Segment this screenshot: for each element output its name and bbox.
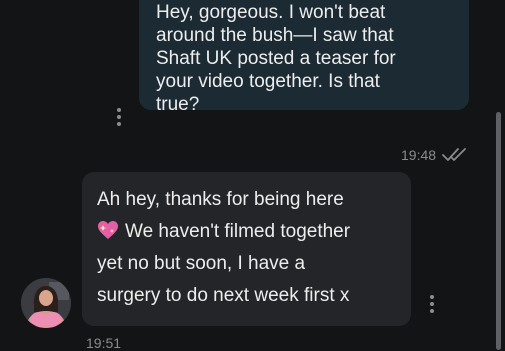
incoming-message-line: Ah hey, thanks for being here [97, 189, 344, 210]
outgoing-message-bubble[interactable]: Hey, gorgeous. I won't beat around the b… [139, 0, 469, 115]
incoming-message-time: 19:51 [86, 335, 122, 351]
outgoing-message-line: your video together. Is that [156, 71, 380, 92]
outgoing-message-line: Hey, gorgeous. I won't beat [156, 2, 386, 23]
outgoing-message-time: 19:48 [401, 147, 437, 163]
incoming-message-line: yet no but soon, I have a [97, 253, 306, 274]
incoming-message-text: We haven't filmed together [125, 221, 351, 242]
incoming-message-bubble[interactable]: Ah hey, thanks for being here We haven't… [82, 172, 411, 326]
outgoing-message-line: Shaft UK posted a teaser for [156, 48, 396, 69]
outgoing-message-line: around the bush—I saw that [156, 25, 394, 46]
incoming-message-line-with-emoji: We haven't filmed together [97, 216, 397, 248]
scrollbar[interactable] [496, 112, 501, 350]
incoming-message-line: surgery to do next week first x [97, 285, 350, 306]
sparkling-heart-icon [98, 221, 118, 239]
incoming-more-options-icon[interactable] [430, 295, 434, 313]
avatar[interactable] [21, 278, 71, 328]
outgoing-message-line: true? [156, 94, 200, 115]
outgoing-more-options-icon[interactable] [117, 108, 121, 126]
double-check-icon [442, 148, 466, 161]
